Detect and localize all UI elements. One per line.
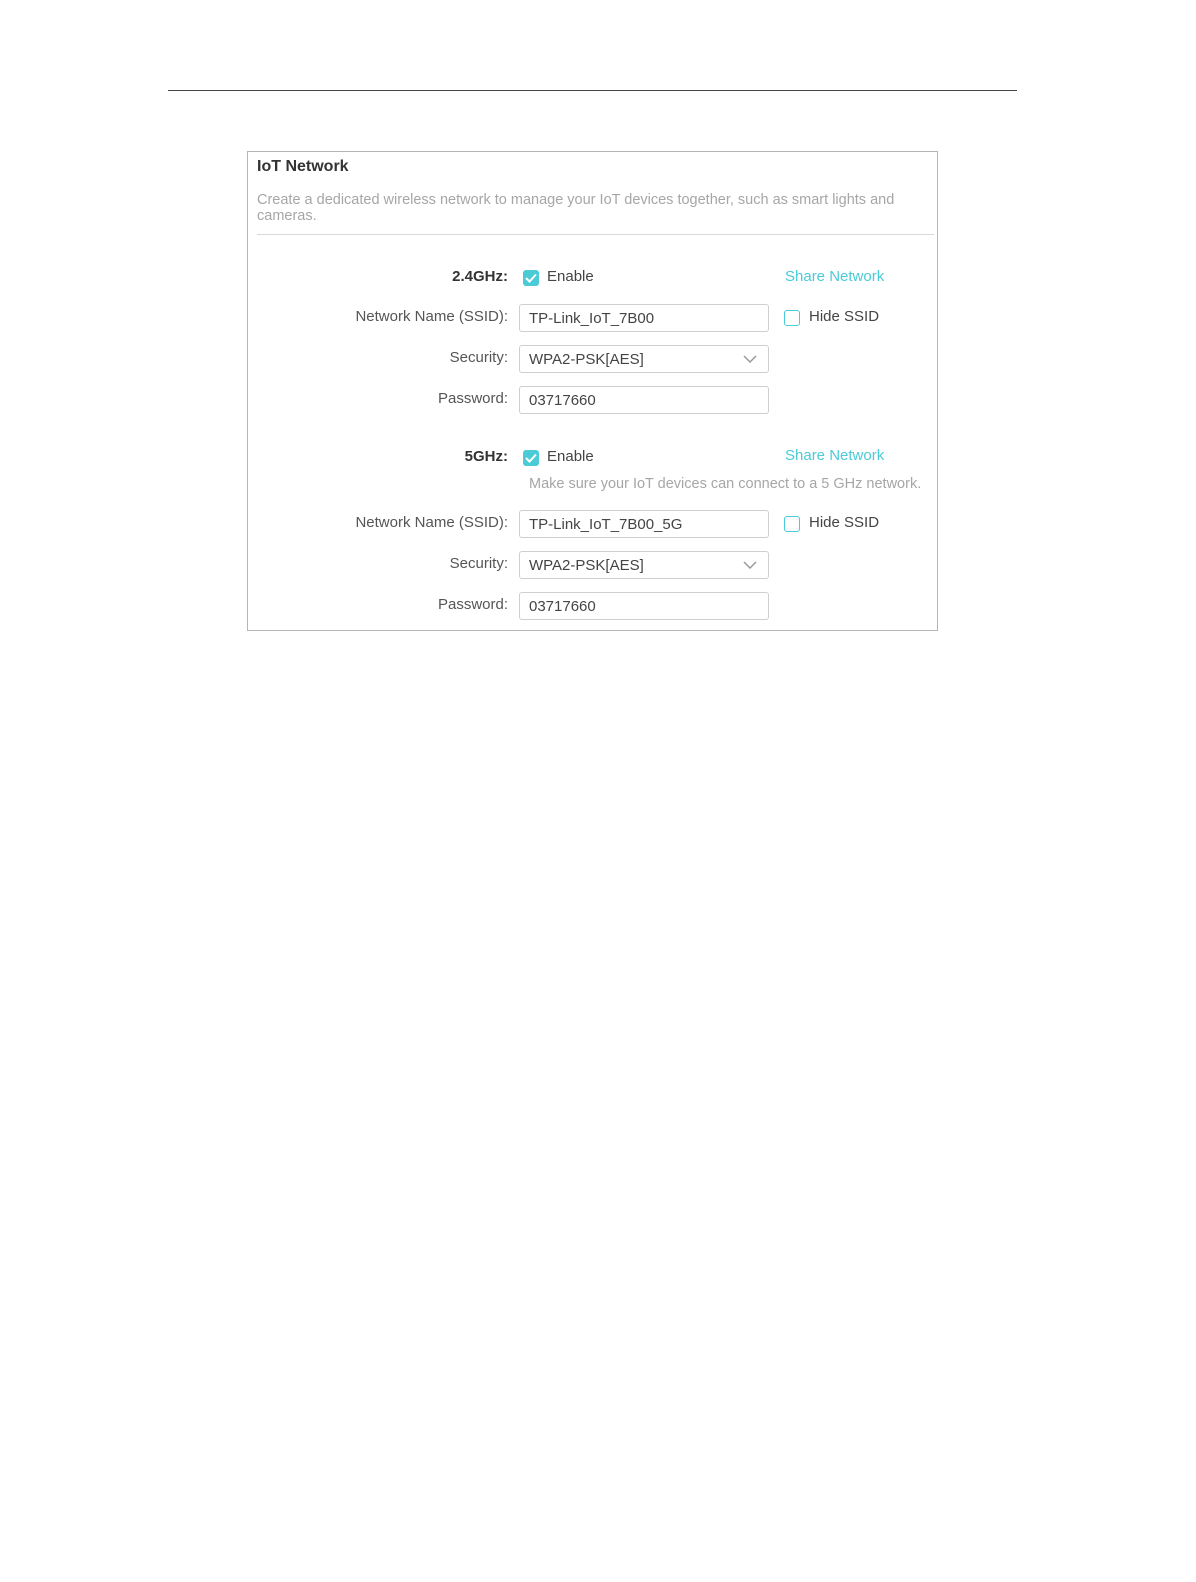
band-5-label: 5GHz:	[464, 448, 508, 465]
chevron-down-icon	[743, 355, 757, 363]
check-icon	[525, 273, 537, 283]
band-24-password-label: Password:	[437, 390, 508, 407]
band-24-ssid-label: Network Name (SSID):	[355, 308, 508, 325]
band-5-security-select[interactable]: WPA2-PSK[AES]	[519, 551, 769, 579]
check-icon	[525, 453, 537, 463]
band-24-enable-label: Enable	[547, 268, 594, 285]
band-5-hide-ssid-label: Hide SSID	[809, 514, 880, 531]
band-24-password-input[interactable]	[519, 386, 769, 414]
panel-divider	[257, 234, 934, 235]
band-24-security-value: WPA2-PSK[AES]	[529, 351, 644, 368]
panel-description: Create a dedicated wireless network to m…	[257, 192, 895, 224]
band-5-password-input[interactable]	[519, 592, 769, 620]
panel-title: IoT Network	[257, 158, 349, 175]
band-24-ssid-input[interactable]	[519, 304, 769, 332]
band-5-hide-ssid-checkbox[interactable]	[784, 516, 800, 532]
band-5-ssid-label: Network Name (SSID):	[355, 514, 508, 531]
chevron-down-icon	[743, 561, 757, 569]
band-5-security-label: Security:	[449, 555, 508, 572]
band-5-hint: Make sure your IoT devices can connect t…	[529, 476, 922, 492]
band-24-share-network-link[interactable]: Share Network	[785, 268, 884, 285]
band-5-enable-checkbox[interactable]	[523, 450, 539, 466]
iot-network-panel: IoT Network Create a dedicated wireless …	[247, 151, 938, 631]
band-5-password-label: Password:	[437, 596, 508, 613]
band-5-ssid-input[interactable]	[519, 510, 769, 538]
band-24-hide-ssid-checkbox[interactable]	[784, 310, 800, 326]
band-24-hide-ssid-label: Hide SSID	[809, 308, 880, 325]
band-5-enable-label: Enable	[547, 448, 594, 465]
band-24-security-label: Security:	[449, 349, 508, 366]
page-header-rule	[168, 90, 1017, 91]
band-24-label: 2.4GHz:	[452, 268, 508, 285]
band-24-enable-checkbox[interactable]	[523, 270, 539, 286]
band-24-security-select[interactable]: WPA2-PSK[AES]	[519, 345, 769, 373]
band-5-security-value: WPA2-PSK[AES]	[529, 557, 644, 574]
band-5-share-network-link[interactable]: Share Network	[785, 447, 884, 464]
